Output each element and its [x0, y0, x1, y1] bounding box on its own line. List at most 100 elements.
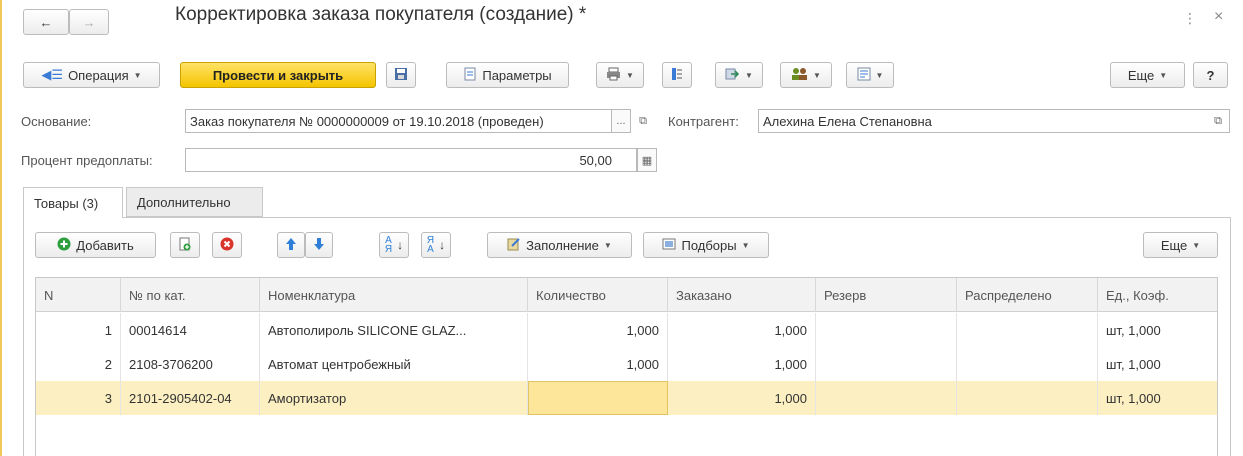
fill-label: Заполнение [526, 237, 599, 253]
structure-button[interactable] [662, 62, 692, 88]
delete-row-button[interactable] [212, 232, 242, 258]
cell-quantity[interactable]: 1,000 [528, 347, 668, 381]
cell-distributed[interactable] [957, 347, 1098, 381]
sort-descending-button[interactable]: Я А ↓ [421, 232, 451, 258]
cell-n[interactable]: 1 [36, 313, 121, 347]
counterparty-field[interactable]: Алехина Елена Степановна [758, 109, 1230, 133]
tab-additional[interactable]: Дополнительно [126, 187, 263, 217]
add-label: Добавить [76, 237, 134, 253]
cell-unit-coef[interactable]: шт, 1,000 [1098, 381, 1218, 415]
arrow-down-icon [313, 237, 325, 254]
create-based-icon [725, 67, 740, 84]
chevron-down-icon: ▼ [875, 70, 884, 80]
header-reserve[interactable]: Резерв [816, 278, 957, 312]
copy-row-icon [178, 237, 192, 254]
header-nomenclature[interactable]: Номенклатура [260, 278, 528, 312]
users-icon [791, 67, 808, 84]
printer-icon [606, 67, 621, 84]
cell-nomenclature[interactable]: Амортизатор [260, 381, 528, 415]
back-button[interactable]: ← [23, 9, 69, 35]
counterparty-label: Контрагент: [668, 114, 739, 129]
create-based-button[interactable]: ▼ [715, 62, 763, 88]
more-menu-icon[interactable]: ⋮ [1183, 10, 1197, 27]
chevron-down-icon: ▼ [133, 70, 142, 80]
arrow-left-icon: ← [39, 14, 53, 30]
more-button[interactable]: Еще ▼ [1110, 62, 1185, 88]
basis-field[interactable]: Заказ покупателя № 0000000009 от 19.10.2… [185, 109, 631, 133]
cell-distributed[interactable] [957, 381, 1098, 415]
picks-button[interactable]: Подборы ▼ [643, 232, 769, 258]
cell-reserve[interactable] [816, 347, 957, 381]
sort-ascending-button[interactable]: А Я ↓ [379, 232, 409, 258]
prepay-field[interactable]: 50,00 [185, 148, 637, 172]
window-left-accent [0, 0, 2, 456]
table-more-label: Еще [1160, 237, 1188, 253]
table-row[interactable]: 2 2108-3706200 Автомат центробежный 1,00… [36, 347, 1217, 381]
cell-unit-coef[interactable]: шт, 1,000 [1098, 347, 1218, 381]
open-basis-icon[interactable]: ⧉ [633, 109, 653, 133]
calculator-icon[interactable]: ▦ [637, 148, 657, 172]
table-row-selected[interactable]: 3 2101-2905402-04 Амортизатор 1,000 шт, … [36, 381, 1217, 415]
sort-ascending-icon: АЯ [384, 235, 393, 255]
report-icon [857, 67, 871, 84]
cell-catalog-number[interactable]: 2101-2905402-04 [121, 381, 260, 415]
picks-label: Подборы [681, 237, 737, 253]
cell-ordered[interactable]: 1,000 [668, 313, 816, 347]
chevron-down-icon: ▼ [1159, 70, 1168, 80]
header-unit-coef[interactable]: Ед., Коэф. [1098, 278, 1218, 312]
table-more-button[interactable]: Еще ▼ [1143, 232, 1218, 258]
fill-button[interactable]: Заполнение ▼ [487, 232, 632, 258]
cell-n[interactable]: 3 [36, 381, 121, 415]
cell-reserve[interactable] [816, 313, 957, 347]
move-up-button[interactable] [277, 232, 305, 258]
move-down-button[interactable] [305, 232, 333, 258]
cell-catalog-number[interactable]: 00014614 [121, 313, 260, 347]
table-header: N № по кат. Номенклатура Количество Зака… [36, 278, 1217, 312]
reports-button[interactable]: ▼ [846, 62, 894, 88]
save-icon [394, 67, 408, 84]
chevron-down-icon: ▼ [626, 70, 634, 80]
chevron-down-icon: ▼ [745, 70, 753, 80]
forward-button[interactable]: → [69, 9, 109, 35]
header-n[interactable]: N [36, 278, 121, 312]
chevron-down-icon: ▼ [813, 70, 821, 80]
cell-catalog-number[interactable]: 2108-3706200 [121, 347, 260, 381]
parameters-label: Параметры [482, 67, 552, 83]
cell-quantity[interactable]: 1,000 [528, 313, 668, 347]
plus-circle-icon [57, 237, 71, 254]
operation-button[interactable]: ◀☰ Операция ▼ [23, 62, 160, 88]
arrow-up-icon [285, 237, 297, 254]
cell-n[interactable]: 2 [36, 347, 121, 381]
cell-nomenclature[interactable]: Автомат центробежный [260, 347, 528, 381]
table-row[interactable]: 1 00014614 Автополироль SILICONE GLAZ...… [36, 313, 1217, 347]
cell-nomenclature[interactable]: Автополироль SILICONE GLAZ... [260, 313, 528, 347]
picks-icon [662, 237, 676, 254]
cell-reserve[interactable] [816, 381, 957, 415]
cell-ordered[interactable]: 1,000 [668, 381, 816, 415]
more-label: Еще [1127, 67, 1155, 83]
save-button[interactable] [386, 62, 416, 88]
select-basis-button[interactable]: ... [611, 109, 631, 133]
tab-goods[interactable]: Товары (3) [23, 187, 123, 218]
delete-icon [220, 237, 234, 254]
close-icon[interactable]: × [1214, 8, 1223, 26]
cell-ordered[interactable]: 1,000 [668, 347, 816, 381]
parameters-button[interactable]: Параметры [446, 62, 569, 88]
cell-quantity-active[interactable] [528, 381, 668, 415]
print-button[interactable]: ▼ [596, 62, 644, 88]
cell-unit-coef[interactable]: шт, 1,000 [1098, 313, 1218, 347]
header-catalog-number[interactable]: № по кат. [121, 278, 260, 312]
header-distributed[interactable]: Распределено [957, 278, 1098, 312]
post-and-close-button[interactable]: Провести и закрыть [180, 62, 376, 88]
header-quantity[interactable]: Количество [528, 278, 668, 312]
header-ordered[interactable]: Заказано [668, 278, 816, 312]
cell-distributed[interactable] [957, 313, 1098, 347]
help-button[interactable]: ? [1193, 62, 1228, 88]
open-counterparty-icon[interactable]: ⧉ [1208, 109, 1228, 133]
copy-row-button[interactable] [170, 232, 200, 258]
chevron-down-icon: ▼ [1192, 240, 1201, 250]
chevron-down-icon: ▼ [741, 240, 750, 250]
add-row-button[interactable]: Добавить [35, 232, 156, 258]
tabs-divider [23, 217, 1231, 218]
related-users-button[interactable]: ▼ [780, 62, 832, 88]
